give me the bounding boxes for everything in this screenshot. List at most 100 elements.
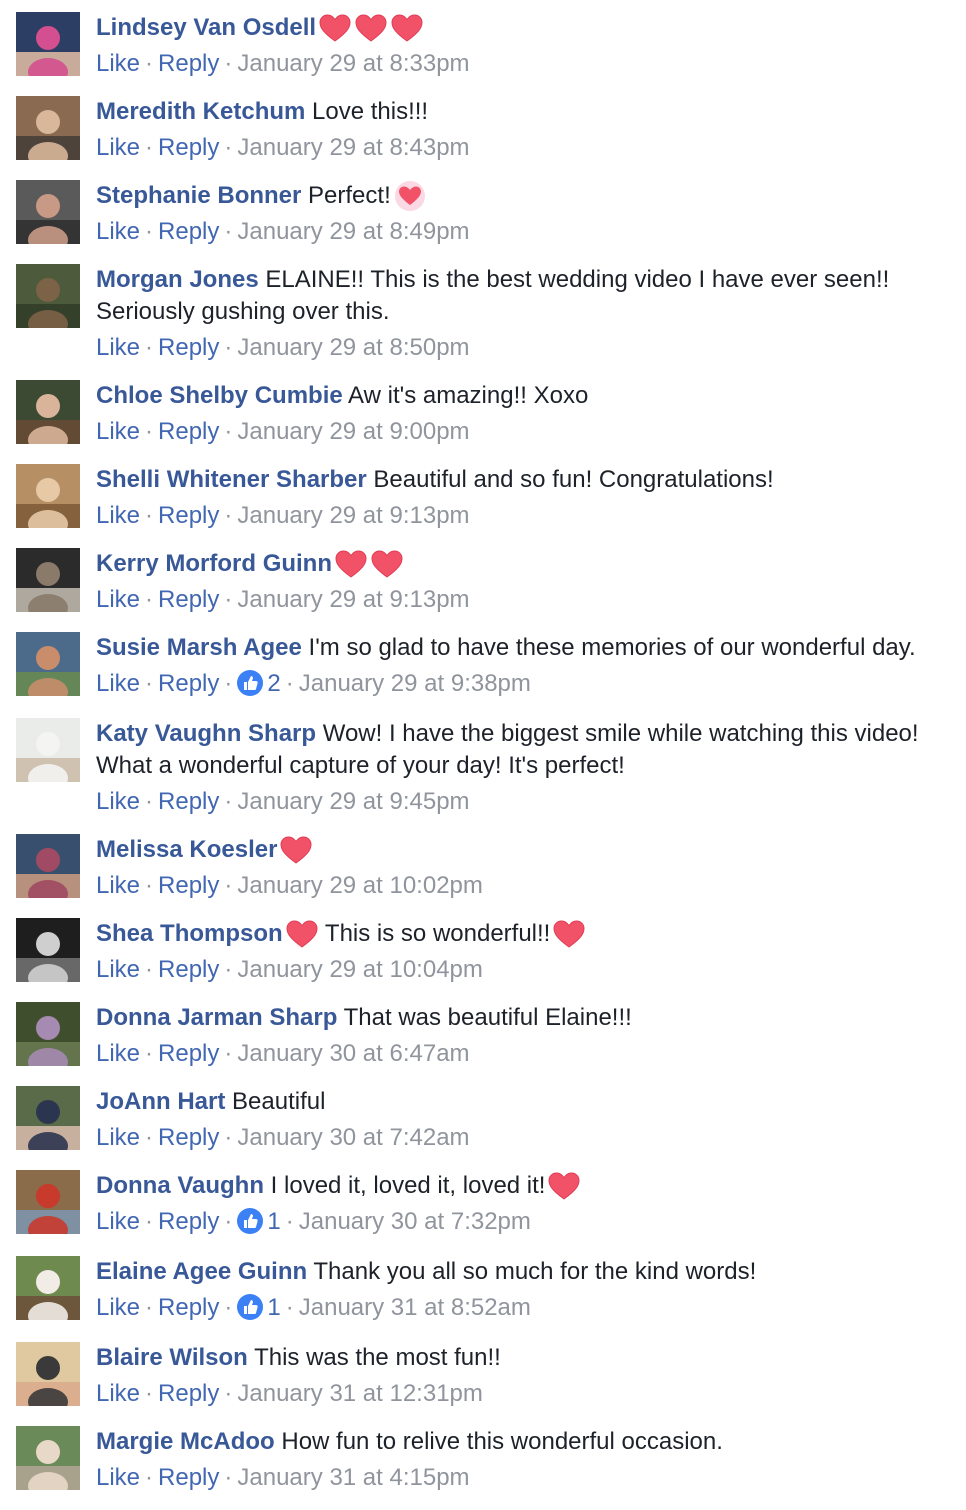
avatar[interactable] xyxy=(16,632,80,696)
like-link[interactable]: Like xyxy=(96,218,140,245)
commenter-name[interactable]: Meredith Ketchum xyxy=(96,98,305,125)
comment-timestamp[interactable]: January 29 at 10:02pm xyxy=(237,872,483,899)
commenter-name[interactable]: JoAnn Hart xyxy=(96,1088,225,1115)
commenter-name[interactable]: Lindsey Van Osdell xyxy=(96,14,316,41)
comment-line: Meredith Ketchum Love this!!! xyxy=(96,96,946,128)
avatar[interactable] xyxy=(16,180,80,244)
comment-actions: Like · Reply · January 29 at 8:49pm xyxy=(96,216,946,248)
reply-link[interactable]: Reply xyxy=(158,418,219,445)
reply-link[interactable]: Reply xyxy=(158,670,219,697)
like-link[interactable]: Like xyxy=(96,50,140,77)
avatar[interactable] xyxy=(16,1086,80,1150)
reply-link[interactable]: Reply xyxy=(158,1040,219,1067)
like-link[interactable]: Like xyxy=(96,134,140,161)
reply-link[interactable]: Reply xyxy=(158,788,219,815)
avatar[interactable] xyxy=(16,1256,80,1320)
reply-link[interactable]: Reply xyxy=(158,218,219,245)
comment-item: Shea Thompson This is so wonderful!! Like… xyxy=(0,918,966,1002)
commenter-name[interactable]: Donna Vaughn xyxy=(96,1172,264,1199)
like-count-badge[interactable]: 2 xyxy=(237,668,281,700)
commenter-name[interactable]: Kerry Morford Guinn xyxy=(96,550,332,577)
reply-link[interactable]: Reply xyxy=(158,956,219,983)
like-link[interactable]: Like xyxy=(96,1294,140,1321)
commenter-name[interactable]: Melissa Koesler xyxy=(96,836,277,863)
comment-actions: Like · Reply · January 29 at 10:02pm xyxy=(96,870,946,902)
reply-link[interactable]: Reply xyxy=(158,872,219,899)
reply-link[interactable]: Reply xyxy=(158,1124,219,1151)
comment-timestamp[interactable]: January 29 at 8:33pm xyxy=(237,50,469,77)
avatar[interactable] xyxy=(16,1342,80,1406)
avatar[interactable] xyxy=(16,918,80,982)
commenter-name[interactable]: Margie McAdoo xyxy=(96,1428,275,1455)
like-count: 1 xyxy=(267,1208,281,1235)
avatar[interactable] xyxy=(16,264,80,328)
like-link[interactable]: Like xyxy=(96,586,140,613)
like-link[interactable]: Like xyxy=(96,956,140,983)
like-count-badge[interactable]: 1 xyxy=(237,1292,281,1324)
avatar[interactable] xyxy=(16,834,80,898)
comment-timestamp[interactable]: January 31 at 4:15pm xyxy=(237,1464,469,1491)
reply-link[interactable]: Reply xyxy=(158,1208,219,1235)
commenter-name[interactable]: Katy Vaughn Sharp xyxy=(96,720,316,747)
like-link[interactable]: Like xyxy=(96,418,140,445)
like-link[interactable]: Like xyxy=(96,670,140,697)
like-link[interactable]: Like xyxy=(96,1380,140,1407)
comment-timestamp[interactable]: January 30 at 7:42am xyxy=(237,1124,469,1151)
comment-timestamp[interactable]: January 29 at 9:00pm xyxy=(237,418,469,445)
comment-timestamp[interactable]: January 29 at 8:50pm xyxy=(237,334,469,361)
comment-timestamp[interactable]: January 29 at 8:49pm xyxy=(237,218,469,245)
avatar[interactable] xyxy=(16,548,80,612)
comment-timestamp[interactable]: January 31 at 12:31pm xyxy=(237,1380,483,1407)
reply-link[interactable]: Reply xyxy=(158,134,219,161)
reply-link[interactable]: Reply xyxy=(158,50,219,77)
reply-link[interactable]: Reply xyxy=(158,1464,219,1491)
reply-link[interactable]: Reply xyxy=(158,1294,219,1321)
like-link[interactable]: Like xyxy=(96,788,140,815)
reply-link[interactable]: Reply xyxy=(158,334,219,361)
like-link[interactable]: Like xyxy=(96,502,140,529)
commenter-name[interactable]: Shea Thompson xyxy=(96,920,283,947)
like-link[interactable]: Like xyxy=(96,334,140,361)
comment-text: Beautiful xyxy=(232,1088,326,1115)
commenter-name[interactable]: Elaine Agee Guinn xyxy=(96,1258,307,1285)
commenter-name[interactable]: Susie Marsh Agee xyxy=(96,634,302,661)
commenter-name[interactable]: Blaire Wilson xyxy=(96,1344,248,1371)
like-link[interactable]: Like xyxy=(96,1040,140,1067)
avatar[interactable] xyxy=(16,1426,80,1490)
commenter-name[interactable]: Chloe Shelby Cumbie xyxy=(96,382,343,409)
separator-dot: · xyxy=(145,1464,154,1491)
thumbs-up-icon xyxy=(237,669,264,696)
comment-timestamp[interactable]: January 29 at 9:38pm xyxy=(299,670,531,697)
like-link[interactable]: Like xyxy=(96,1464,140,1491)
heart-emoji-icon xyxy=(334,548,368,580)
comment-timestamp[interactable]: January 30 at 6:47am xyxy=(237,1040,469,1067)
commenter-name[interactable]: Stephanie Bonner xyxy=(96,182,301,209)
like-count-badge[interactable]: 1 xyxy=(237,1206,281,1238)
commenter-name[interactable]: Shelli Whitener Sharber xyxy=(96,466,367,493)
avatar[interactable] xyxy=(16,12,80,76)
comment-timestamp[interactable]: January 29 at 9:13pm xyxy=(237,502,469,529)
commenter-name[interactable]: Donna Jarman Sharp xyxy=(96,1004,337,1031)
like-link[interactable]: Like xyxy=(96,1208,140,1235)
like-link[interactable]: Like xyxy=(96,872,140,899)
avatar[interactable] xyxy=(16,96,80,160)
comment-timestamp[interactable]: January 31 at 8:52am xyxy=(299,1294,531,1321)
comment-item: Donna Vaughn I loved it, loved it, loved… xyxy=(0,1170,966,1254)
commenter-name[interactable]: Morgan Jones xyxy=(96,266,259,293)
comment-timestamp[interactable]: January 29 at 9:45pm xyxy=(237,788,469,815)
comment-timestamp[interactable]: January 29 at 9:13pm xyxy=(237,586,469,613)
comment-timestamp[interactable]: January 29 at 10:04pm xyxy=(237,956,483,983)
avatar[interactable] xyxy=(16,718,80,782)
separator-dot: · xyxy=(285,1208,294,1235)
avatar[interactable] xyxy=(16,1002,80,1066)
avatar[interactable] xyxy=(16,1170,80,1234)
avatar[interactable] xyxy=(16,464,80,528)
like-link[interactable]: Like xyxy=(96,1124,140,1151)
reply-link[interactable]: Reply xyxy=(158,1380,219,1407)
avatar[interactable] xyxy=(16,380,80,444)
comment-timestamp[interactable]: January 29 at 8:43pm xyxy=(237,134,469,161)
comment-timestamp[interactable]: January 30 at 7:32pm xyxy=(299,1208,531,1235)
comment-body: JoAnn Hart Beautiful Like · Reply · January 3… xyxy=(96,1086,946,1154)
reply-link[interactable]: Reply xyxy=(158,502,219,529)
reply-link[interactable]: Reply xyxy=(158,586,219,613)
